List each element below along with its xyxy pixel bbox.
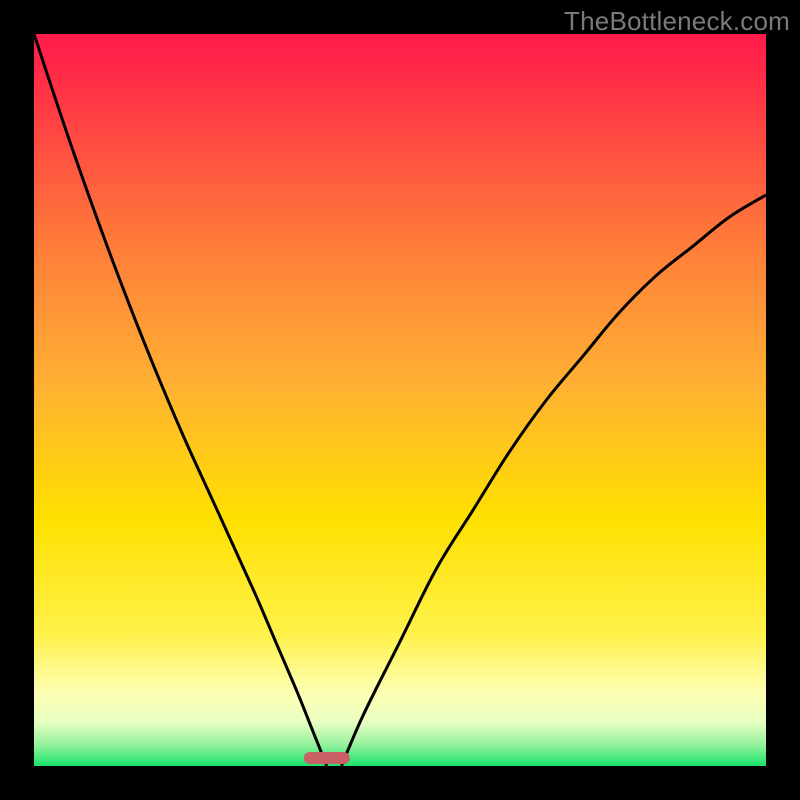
chart-frame: TheBottleneck.com xyxy=(0,0,800,800)
chart-svg xyxy=(34,34,766,766)
watermark-text: TheBottleneck.com xyxy=(564,6,790,37)
minimum-marker xyxy=(304,752,350,764)
gradient-background xyxy=(34,34,766,766)
plot-area xyxy=(34,34,766,766)
